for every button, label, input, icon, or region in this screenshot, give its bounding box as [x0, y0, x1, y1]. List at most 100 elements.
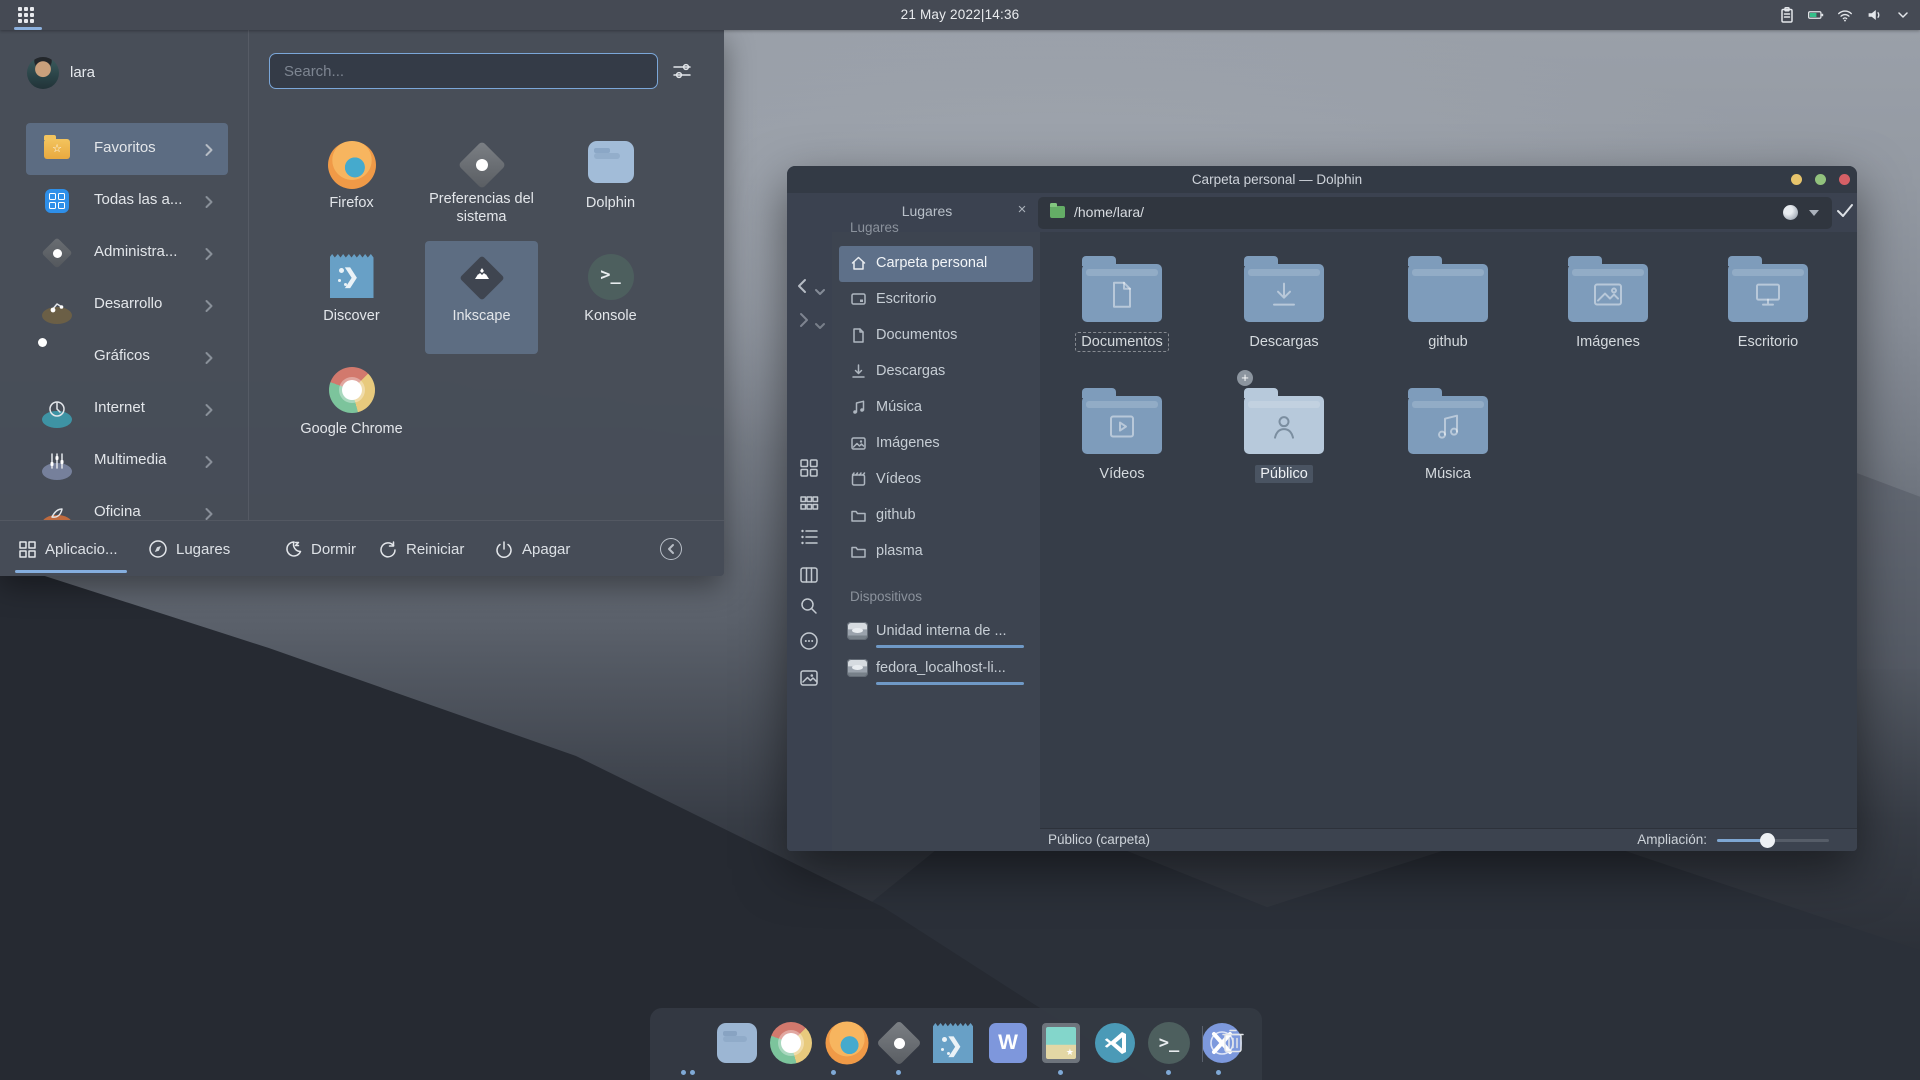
zoom-slider[interactable] [1717, 839, 1829, 842]
sidebar-item-graficos[interactable]: Gráficos [0, 331, 248, 383]
app-dolphin[interactable]: Dolphin [554, 128, 667, 241]
app-discover[interactable]: Discover [295, 241, 408, 354]
sidebar-item-favoritos[interactable]: ☆ Favoritos [0, 123, 248, 175]
folder-escritorio[interactable]: Escritorio [1693, 254, 1843, 350]
minimize-button[interactable] [1791, 174, 1802, 185]
folder-icon [1244, 264, 1324, 322]
zoom-slider-knob[interactable] [1760, 833, 1775, 848]
dock-gwenview[interactable] [1040, 1022, 1082, 1064]
dock-firefox[interactable] [826, 1022, 868, 1064]
image-icon [850, 435, 867, 457]
preview-image-icon[interactable] [799, 668, 819, 693]
place-imagenes[interactable]: Imágenes [839, 426, 1033, 462]
dock-dolphin[interactable] [716, 1022, 758, 1064]
app-grid-icon [18, 7, 38, 23]
icons-view-icon[interactable] [799, 458, 819, 483]
application-launcher: lara ☆ Favoritos Todas las a... Administ… [0, 30, 724, 576]
tab-aplicaciones[interactable]: Aplicacio... [18, 521, 118, 576]
details-view-icon[interactable] [799, 527, 819, 552]
dock-writer-app[interactable]: W [987, 1022, 1029, 1064]
folder-imagenes[interactable]: Imágenes [1533, 254, 1683, 350]
compact-view-icon[interactable] [799, 493, 819, 518]
forward-button[interactable] [795, 312, 811, 333]
sleep-button[interactable]: Dormir [283, 521, 356, 576]
shutdown-button[interactable]: Apagar [494, 521, 570, 576]
chevron-down-icon[interactable] [1894, 6, 1912, 24]
system-tray [1778, 0, 1912, 30]
inkscape-icon [458, 254, 506, 302]
search-options-icon[interactable] [670, 59, 694, 83]
app-preferencias-del-sistema[interactable]: Preferencias del sistema [425, 128, 538, 241]
chevron-right-icon [204, 403, 214, 422]
device-fedora-localhost[interactable]: fedora_localhost-li... [839, 651, 1033, 689]
maximize-button[interactable] [1815, 174, 1826, 185]
search-input[interactable] [269, 53, 658, 89]
place-escritorio[interactable]: Escritorio [839, 282, 1033, 318]
collapse-button[interactable] [660, 538, 682, 560]
status-bar: Público (carpeta) Ampliación: [1040, 828, 1857, 851]
place-plasma[interactable]: plasma [839, 534, 1033, 570]
user-name: lara [70, 64, 95, 81]
sidebar-item-administracion[interactable]: Administra... [0, 227, 248, 279]
back-button[interactable] [795, 278, 811, 299]
back-dropdown-icon[interactable] [815, 283, 825, 301]
place-carpeta-personal[interactable]: Carpeta personal [839, 246, 1033, 282]
app-google-chrome[interactable]: Google Chrome [295, 354, 408, 467]
place-github[interactable]: github [839, 498, 1033, 534]
folder-musica[interactable]: Música [1373, 386, 1523, 482]
split-view-icon[interactable] [799, 565, 819, 590]
sidebar-item-internet[interactable]: Internet [0, 383, 248, 435]
dock-chrome[interactable] [770, 1022, 812, 1064]
folder-github[interactable]: github [1373, 254, 1523, 350]
system-settings-icon [42, 238, 72, 268]
folder-publico[interactable]: + Público [1209, 386, 1359, 482]
chrome-icon [329, 367, 375, 413]
chrome-icon [770, 1022, 812, 1064]
sidebar-item-desarrollo[interactable]: Desarrollo [0, 279, 248, 331]
globe-icon[interactable] [1783, 205, 1798, 220]
folder-videos[interactable]: Vídeos [1047, 386, 1197, 482]
dock-konsole[interactable] [1148, 1022, 1190, 1064]
place-musica[interactable]: Música [839, 390, 1033, 426]
close-button[interactable] [1839, 174, 1850, 185]
dock-trash[interactable] [1212, 1022, 1254, 1064]
dock-system-settings[interactable] [878, 1022, 920, 1064]
window-titlebar[interactable]: Carpeta personal — Dolphin [787, 166, 1857, 193]
user-avatar[interactable] [27, 57, 59, 89]
forward-dropdown-icon[interactable] [815, 317, 825, 335]
power-icon [494, 539, 514, 559]
volume-icon[interactable] [1865, 6, 1883, 24]
app-konsole[interactable]: Konsole [554, 241, 667, 354]
top-panel: 21 May 2022|14:36 [0, 0, 1920, 30]
folder-icon [1082, 264, 1162, 322]
battery-icon[interactable] [1807, 6, 1825, 24]
folder-documentos[interactable]: Documentos [1047, 254, 1197, 350]
dock-vscode[interactable] [1094, 1022, 1136, 1064]
launcher-active-indicator [14, 27, 42, 30]
folder-view[interactable]: Documentos Descargas github Imágenes Esc… [1040, 232, 1857, 828]
folder-descargas[interactable]: Descargas [1209, 254, 1359, 350]
sidebar-item-todas-las-aplicaciones[interactable]: Todas las a... [0, 175, 248, 227]
select-plus-badge[interactable]: + [1237, 370, 1253, 386]
more-options-icon[interactable] [799, 631, 819, 656]
search-icon[interactable] [799, 596, 819, 621]
wifi-icon[interactable] [1836, 6, 1854, 24]
place-videos[interactable]: Vídeos [839, 462, 1033, 498]
app-firefox[interactable]: Firefox [295, 128, 408, 241]
folder-icon [1408, 396, 1488, 454]
device-unidad-interna[interactable]: Unidad interna de ... [839, 614, 1033, 652]
place-descargas[interactable]: Descargas [839, 354, 1033, 390]
clipboard-icon[interactable] [1778, 6, 1796, 24]
restart-button[interactable]: Reiniciar [378, 521, 464, 576]
dock-discover[interactable] [932, 1022, 974, 1064]
place-documentos[interactable]: Documentos [839, 318, 1033, 354]
panel-clock[interactable]: 21 May 2022|14:36 [901, 0, 1020, 30]
close-panel-icon[interactable]: × [1013, 201, 1031, 219]
location-bar[interactable]: /home/lara/ [1038, 197, 1832, 229]
app-launcher-button[interactable] [10, 0, 46, 30]
app-inkscape[interactable]: Inkscape [425, 241, 538, 354]
sidebar-item-multimedia[interactable]: Multimedia [0, 435, 248, 487]
accept-icon[interactable] [1836, 202, 1854, 223]
tab-lugares[interactable]: Lugares [148, 521, 230, 576]
location-dropdown-icon[interactable] [1809, 210, 1819, 216]
